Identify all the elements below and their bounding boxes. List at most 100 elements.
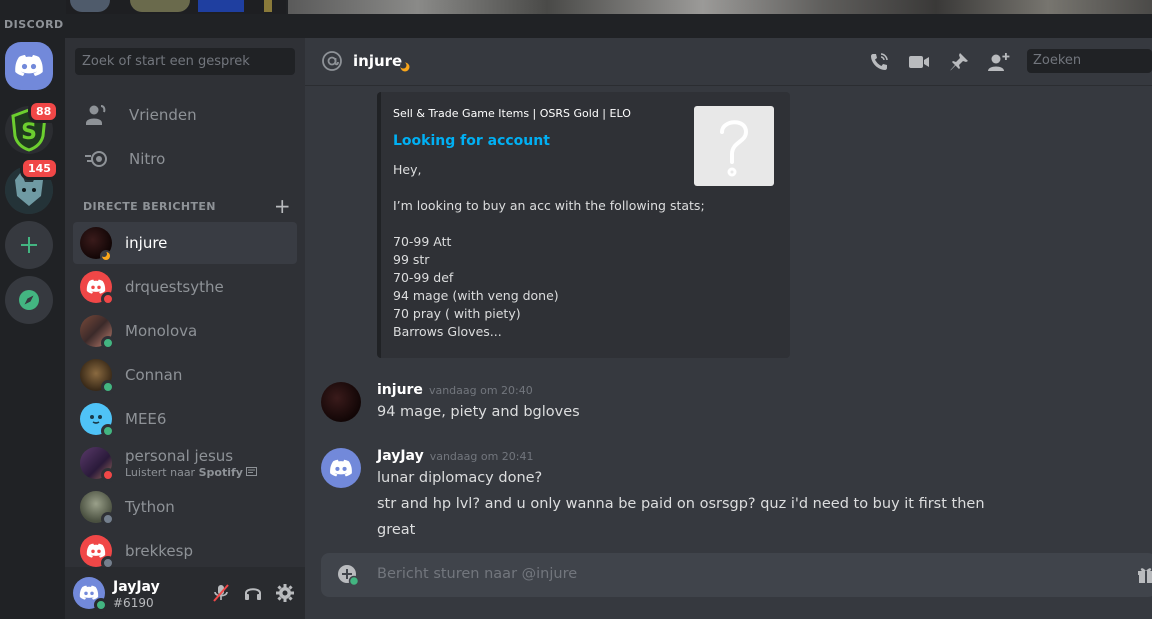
- wallpaper-shape: [198, 0, 244, 12]
- dm-item-connan[interactable]: Connan: [73, 354, 297, 396]
- message-text: great: [377, 522, 416, 538]
- avatar: [80, 491, 115, 526]
- pinned-messages-icon[interactable]: [947, 50, 971, 74]
- status-dnd: [101, 292, 115, 306]
- message-text: str and hp lvl? and u only wanna be paid…: [377, 496, 985, 512]
- add-friend-to-dm-icon[interactable]: [987, 50, 1011, 74]
- video-call-icon[interactable]: [907, 50, 931, 74]
- message-author[interactable]: injure vandaag om 20:40: [377, 382, 533, 398]
- message-author[interactable]: JayJay vandaag om 20:41: [377, 448, 534, 464]
- idle-moon-icon: [100, 247, 114, 262]
- wallpaper-shape: [264, 0, 272, 12]
- voice-call-icon[interactable]: [867, 50, 891, 74]
- status-offline: [101, 512, 115, 526]
- avatar: [80, 403, 115, 438]
- avatar: [80, 447, 115, 482]
- dm-name: personal jesus: [125, 447, 234, 465]
- gift-icon[interactable]: [1136, 564, 1152, 586]
- message-avatar[interactable]: [321, 382, 361, 422]
- wallpaper-shape: [130, 0, 190, 12]
- embed-line: Hey,: [393, 162, 422, 177]
- idle-moon-icon: [400, 57, 410, 76]
- dm-item-monolova[interactable]: Monolova: [73, 310, 297, 352]
- dm-item-injure[interactable]: injure: [73, 222, 297, 264]
- embed-line: I’m looking to buy an acc with the follo…: [393, 198, 705, 213]
- create-dm-button[interactable]: +: [274, 194, 291, 218]
- message-text: lunar diplomacy done?: [377, 470, 543, 486]
- app-brand: DISCORD: [4, 18, 64, 31]
- nav-nitro[interactable]: Nitro: [73, 138, 297, 180]
- user-avatar[interactable]: [73, 577, 108, 612]
- chat-header: injure Zoeken: [305, 38, 1152, 86]
- nitro-icon: [85, 147, 109, 171]
- at-icon: [321, 50, 343, 76]
- embed-line: 70-99 def: [393, 270, 454, 285]
- question-mark-icon: [720, 120, 749, 177]
- user-panel: JayJay #6190: [65, 567, 305, 619]
- embed-thumbnail[interactable]: [694, 106, 774, 186]
- upload-plus-icon[interactable]: [337, 564, 360, 587]
- chat-recipient-name: injure: [353, 52, 403, 70]
- settings-gear-icon[interactable]: [273, 581, 297, 605]
- user-controls: [209, 581, 297, 605]
- status-online: [101, 424, 115, 438]
- dm-item-mee6[interactable]: MEE6: [73, 398, 297, 440]
- dm-text: personal jesus Luistert naar Spotify: [125, 447, 258, 479]
- rich-embed: Sell & Trade Game Items | OSRS Gold | EL…: [377, 92, 790, 358]
- dm-name: brekkesp: [125, 542, 193, 560]
- headphones-icon[interactable]: [241, 581, 265, 605]
- explore-servers-button[interactable]: [5, 276, 53, 324]
- rich-presence-icon: [246, 466, 258, 479]
- message-input-placeholder[interactable]: Bericht sturen naar @injure: [377, 566, 577, 582]
- server1-mention-badge: 88: [28, 100, 60, 123]
- dm-name: Tython: [125, 498, 175, 516]
- message-list: Sell & Trade Game Items | OSRS Gold | EL…: [305, 86, 1152, 553]
- embed-line: [393, 215, 705, 233]
- author-name: injure: [377, 382, 423, 398]
- wallpaper-strip-right: [288, 0, 1152, 14]
- mute-microphone-icon[interactable]: [209, 581, 233, 605]
- plus-icon: [21, 237, 37, 253]
- mee6-face-icon: [90, 415, 102, 424]
- status-online: [101, 380, 115, 394]
- dm-item-drquestsythe[interactable]: drquestsythe: [73, 266, 297, 308]
- embed-line: 94 mage (with veng done): [393, 288, 559, 303]
- message-avatar[interactable]: [321, 448, 361, 488]
- dm-search-input[interactable]: Zoek of start een gesprek: [75, 48, 295, 75]
- activity-prefix: Luistert naar: [125, 466, 196, 479]
- chat-search-input[interactable]: Zoeken: [1027, 49, 1152, 73]
- author-name: JayJay: [377, 448, 424, 464]
- dm-name: Monolova: [125, 322, 198, 340]
- dm-item-brekkesp[interactable]: brekkesp: [73, 530, 297, 572]
- add-server-button[interactable]: [5, 221, 53, 269]
- message-input-bar[interactable]: Bericht sturen naar @injure: [321, 553, 1152, 597]
- avatar: [80, 535, 115, 570]
- embed-line: 70-99 Att: [393, 234, 452, 249]
- home-button[interactable]: [5, 42, 53, 90]
- direct-messages-title: DIRECTE BERICHTEN: [83, 200, 216, 213]
- svg-text:S: S: [21, 120, 37, 145]
- embed-description: Hey, I’m looking to buy an acc with the …: [393, 161, 705, 341]
- dm-name: drquestsythe: [125, 278, 224, 296]
- dm-activity: Luistert naar Spotify: [125, 466, 258, 479]
- status-online: [94, 598, 108, 612]
- embed-line: [393, 179, 705, 197]
- embed-title-link[interactable]: Looking for account: [393, 133, 550, 149]
- title-bar: DISCORD: [0, 0, 1152, 38]
- chat-area: injure Zoeken Sell & Trade Game Items | …: [305, 38, 1152, 619]
- dm-name: Connan: [125, 366, 183, 384]
- avatar: [80, 359, 115, 394]
- server2-mention-badge: 145: [20, 157, 59, 180]
- avatar: [80, 315, 115, 350]
- embed-author: Sell & Trade Game Items | OSRS Gold | EL…: [393, 107, 631, 120]
- dm-item-personal-jesus[interactable]: personal jesus Luistert naar Spotify: [73, 442, 297, 484]
- user-name: JayJay: [113, 579, 160, 595]
- nav-friends[interactable]: Vrienden: [73, 94, 297, 136]
- compass-icon: [19, 290, 39, 310]
- message-timestamp: vandaag om 20:41: [429, 450, 534, 463]
- status-online: [101, 336, 115, 350]
- chat-header-actions: [867, 50, 1011, 74]
- dm-item-tython[interactable]: Tython: [73, 486, 297, 528]
- embed-line: Barrows Gloves...: [393, 324, 502, 339]
- friends-icon: [85, 103, 109, 127]
